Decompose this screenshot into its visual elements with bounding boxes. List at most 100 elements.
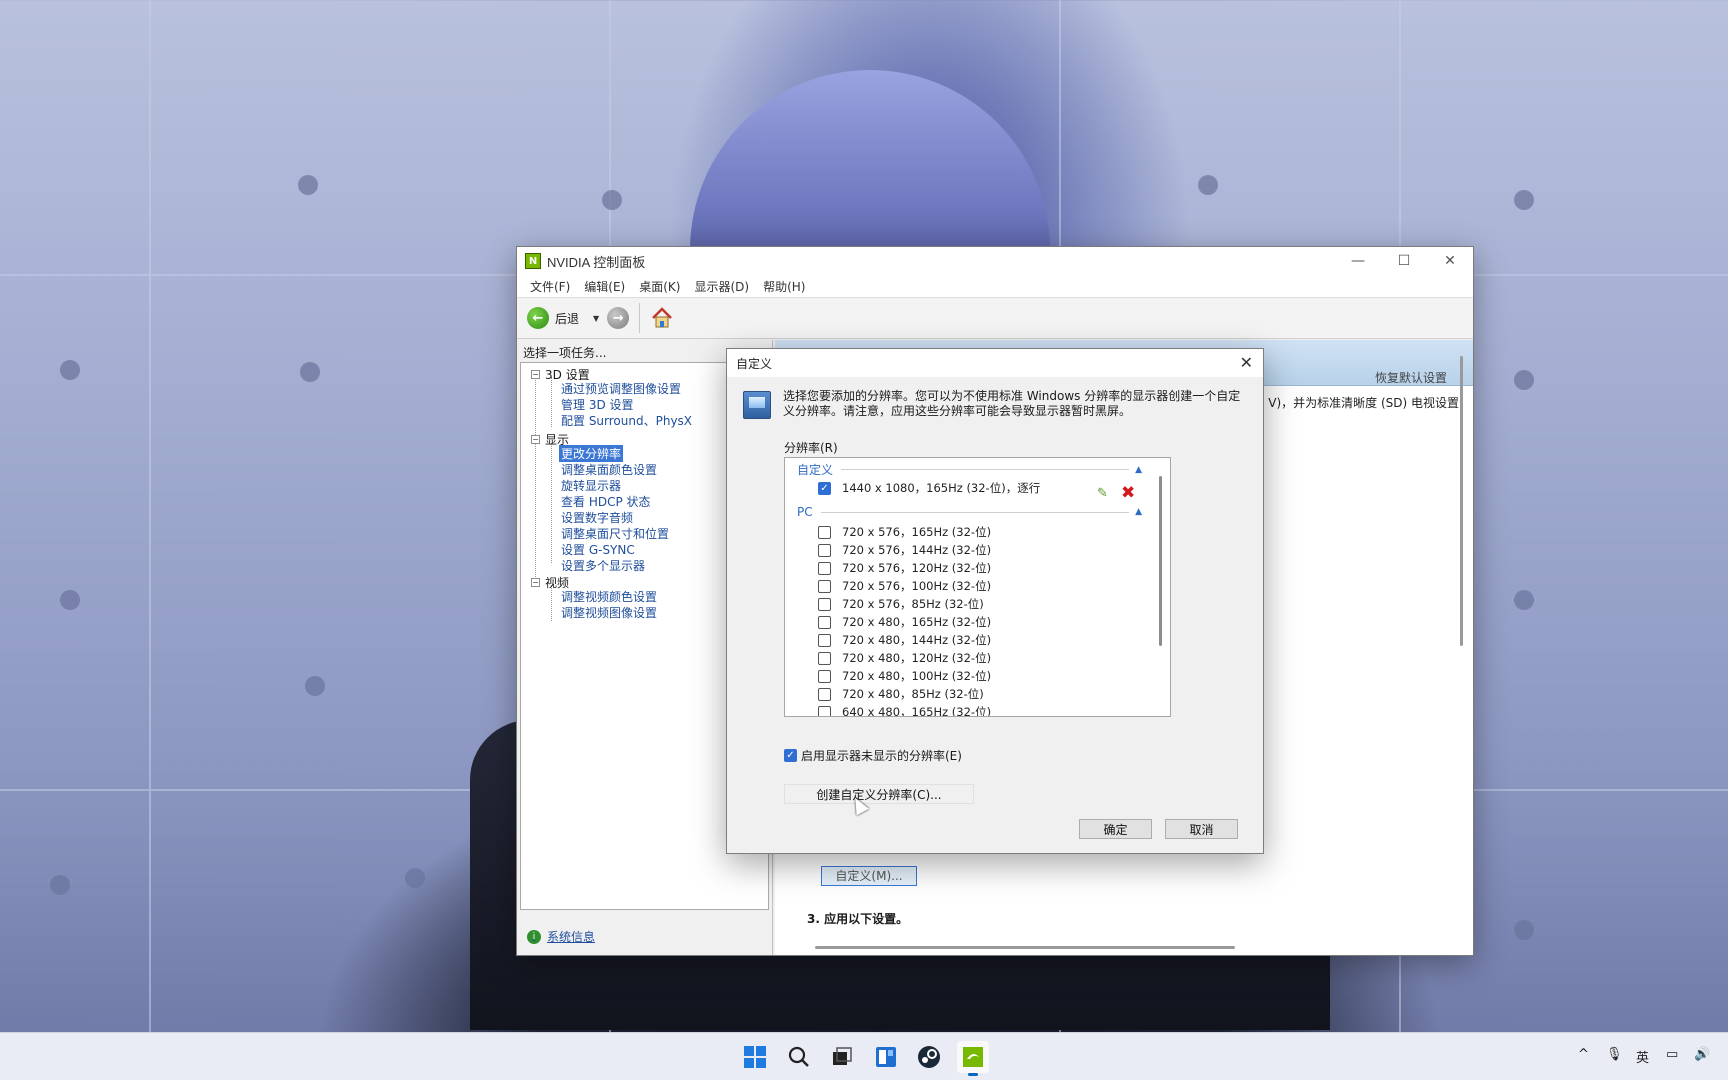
resolution-checkbox[interactable] [818,651,831,665]
resolution-checkbox[interactable] [818,669,831,683]
tree-item-change-resolution[interactable]: 更改分辨率 [559,445,624,462]
microphone-icon[interactable]: 🎙 [1606,1047,1623,1062]
group-header-custom[interactable]: 自定义 ▲ [797,461,1142,478]
ok-button[interactable]: 确定 [1079,819,1152,839]
taskbar: ^ 🎙 英 ▭ 🔊 [0,1032,1728,1080]
tree-item-gsync[interactable]: 设置 G-SYNC [561,541,635,558]
resolution-checkbox[interactable] [818,597,831,611]
tree-item-hdcp-status[interactable]: 查看 HDCP 状态 [561,493,651,510]
dialog-close-icon[interactable]: ✕ [1240,353,1253,372]
resolution-text: 720 x 480，85Hz (32-位) [842,687,984,701]
resolution-row[interactable]: 720 x 480，165Hz (32-位) [818,614,991,630]
start-icon[interactable] [739,1041,771,1073]
resolution-list-label: 分辨率(R) [784,441,838,455]
restore-defaults-link[interactable]: 恢复默认设置 [1375,369,1447,386]
resolution-row[interactable]: 720 x 576，165Hz (32-位) [818,524,991,540]
vertical-scrollbar[interactable] [1460,356,1463,646]
create-custom-resolution-button[interactable]: 创建自定义分辨率(C)... [784,784,974,804]
forward-arrow-icon[interactable]: → [607,307,630,329]
tree-item-preview-image-settings[interactable]: 通过预览调整图像设置 [561,380,681,397]
task-view-icon[interactable] [826,1041,858,1073]
back-dropdown-arrow-icon[interactable]: ▼ [593,314,599,323]
tree-item-desktop-color[interactable]: 调整桌面颜色设置 [561,461,657,478]
ime-language-indicator[interactable]: 英 [1636,1047,1649,1066]
resolution-checkbox[interactable]: ✓ [818,481,831,495]
resolution-text: 720 x 576，120Hz (32-位) [842,561,992,575]
back-button-label[interactable]: 后退 [555,310,579,327]
group-label: 自定义 [797,463,834,477]
horizontal-scrollbar[interactable] [815,946,1235,949]
dialog-title: 自定义 [736,356,773,371]
collapse-chevron-icon[interactable]: ▲ [1135,465,1142,475]
resolution-checkbox[interactable] [818,561,831,575]
resolution-text: 720 x 480，165Hz (32-位) [842,615,992,629]
resolution-checkbox[interactable] [818,579,831,593]
collapse-toggle-icon[interactable]: − [531,370,540,379]
resolution-list[interactable]: 自定义 ▲ ✓ 1440 x 1080，165Hz (32-位)，逐行 ✎ ✖ … [784,457,1171,717]
tray-chevron-icon[interactable]: ^ [1578,1047,1589,1062]
unsupported-checkbox-box[interactable]: ✓ [784,749,797,762]
delete-x-icon[interactable]: ✖ [1121,485,1137,502]
resolution-row[interactable]: 720 x 480，85Hz (32-位) [818,686,984,702]
menu-desktop[interactable]: 桌面(K) [632,278,687,295]
tree-connector [535,377,536,577]
resolution-checkbox[interactable] [818,543,831,557]
tree-connector [551,443,552,563]
tree-item-digital-audio[interactable]: 设置数字音频 [561,509,633,526]
resolution-row[interactable]: 720 x 480，120Hz (32-位) [818,650,991,666]
menu-help[interactable]: 帮助(H) [756,278,812,295]
collapse-toggle-icon[interactable]: − [531,578,540,587]
resolution-row[interactable]: 720 x 576，85Hz (32-位) [818,596,984,612]
resolution-checkbox[interactable] [818,633,831,647]
list-scrollbar[interactable] [1159,476,1162,646]
close-button[interactable]: ✕ [1427,247,1473,275]
resolution-text: 720 x 480，100Hz (32-位) [842,669,992,683]
dialog-title-bar[interactable]: 自定义 ✕ [727,349,1263,377]
minimize-button[interactable]: — [1335,247,1381,275]
resolution-row[interactable]: 720 x 480，144Hz (32-位) [818,632,991,648]
resolution-row[interactable]: 640 x 480，165Hz (32-位) [818,704,991,716]
tree-item-manage-3d[interactable]: 管理 3D 设置 [561,396,634,413]
resolution-checkbox[interactable] [818,687,831,701]
tree-item-surround-physx[interactable]: 配置 Surround、PhysX [561,412,692,429]
tree-item-video-color[interactable]: 调整视频颜色设置 [561,588,657,605]
system-info-link[interactable]: i 系统信息 [527,928,595,945]
group-label: PC [797,505,813,519]
back-arrow-icon[interactable]: ← [527,307,549,329]
home-icon[interactable] [650,306,674,330]
tree-item-multiple-displays[interactable]: 设置多个显示器 [561,557,645,574]
steam-icon[interactable] [913,1041,945,1073]
resolution-row[interactable]: 720 x 576，100Hz (32-位) [818,578,991,594]
resolution-row[interactable]: 720 x 576，120Hz (32-位) [818,560,991,576]
resolution-checkbox[interactable] [818,525,831,539]
edit-pencil-icon[interactable]: ✎ [1097,486,1111,501]
step-3-heading: 3. 应用以下设置。 [807,912,909,926]
network-icon[interactable]: ▭ [1666,1047,1678,1062]
search-icon[interactable] [783,1041,815,1073]
collapse-toggle-icon[interactable]: − [531,435,540,444]
tree-item-desktop-size[interactable]: 调整桌面尺寸和位置 [561,525,669,542]
resolution-row[interactable]: 720 x 480，100Hz (32-位) [818,668,991,684]
menu-edit[interactable]: 编辑(E) [577,278,632,295]
cancel-button[interactable]: 取消 [1165,819,1238,839]
volume-icon[interactable]: 🔊 [1694,1047,1710,1062]
collapse-chevron-icon[interactable]: ▲ [1135,507,1142,517]
show-unsupported-checkbox[interactable]: ✓ 启用显示器未显示的分辨率(E) [784,747,962,764]
customize-button[interactable]: 自定义(M)... [821,866,917,886]
maximize-button[interactable]: ☐ [1381,247,1427,275]
resolution-text: 720 x 576，85Hz (32-位) [842,597,984,611]
resolution-row[interactable]: ✓ 1440 x 1080，165Hz (32-位)，逐行 [818,480,1040,496]
title-bar[interactable]: N NVIDIA 控制面板 — ☐ ✕ [517,247,1473,275]
resolution-row[interactable]: 720 x 576，144Hz (32-位) [818,542,991,558]
system-info-label: 系统信息 [547,930,596,944]
resolution-checkbox[interactable] [818,615,831,629]
menu-display[interactable]: 显示器(D) [687,278,756,295]
tree-item-video-image[interactable]: 调整视频图像设置 [561,604,657,621]
tree-item-rotate-display[interactable]: 旋转显示器 [561,477,621,494]
resolution-checkbox[interactable] [818,705,831,716]
group-header-pc[interactable]: PC ▲ [797,505,1142,519]
nvidia-icon[interactable] [957,1041,989,1076]
widgets-icon[interactable] [870,1041,902,1073]
menu-bar: 文件(F) 编辑(E) 桌面(K) 显示器(D) 帮助(H) [517,275,1473,297]
menu-file[interactable]: 文件(F) [523,278,577,295]
